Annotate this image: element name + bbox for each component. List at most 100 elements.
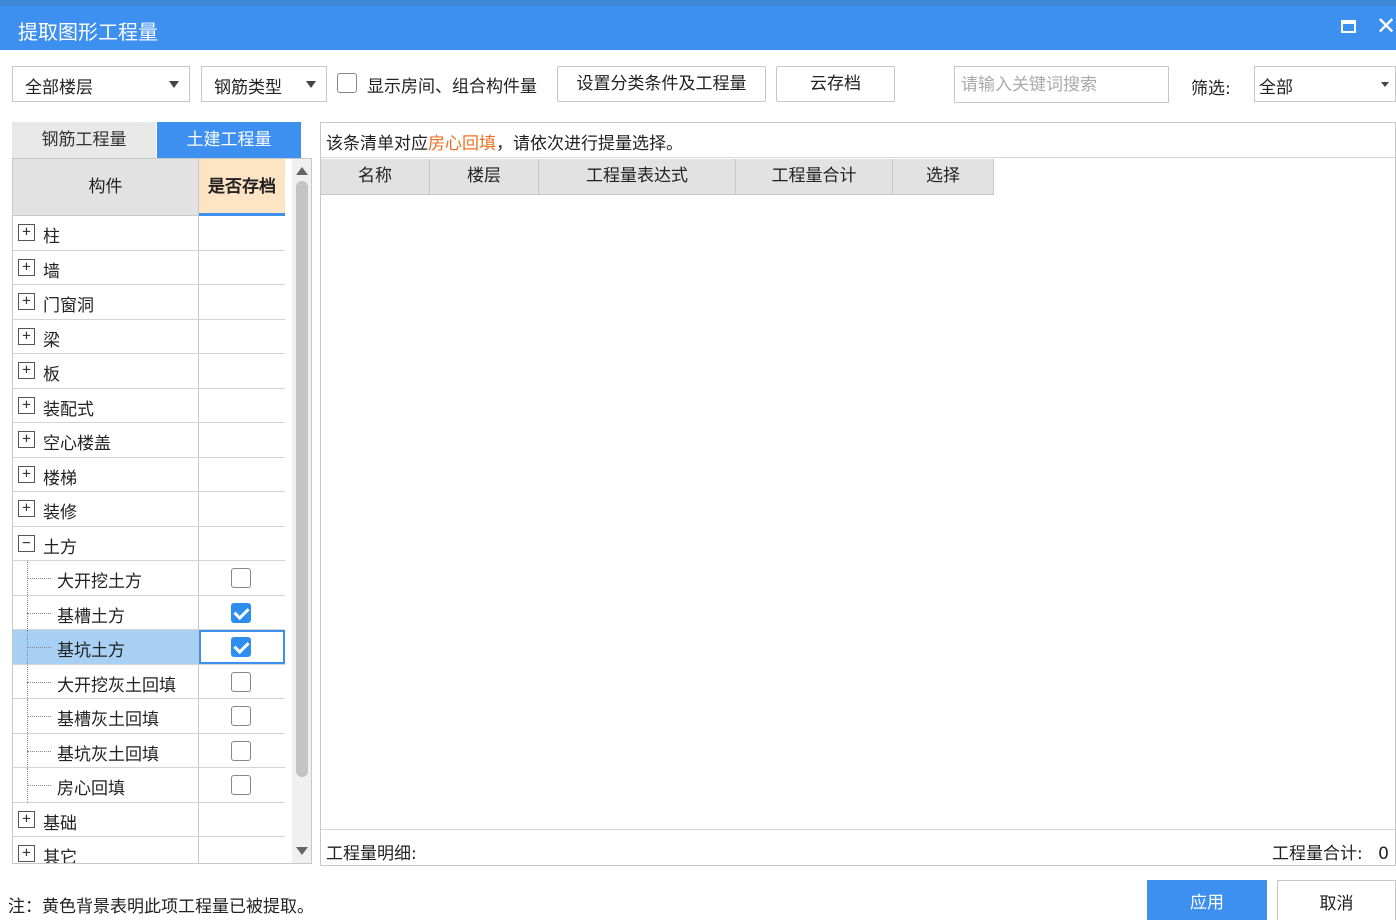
column-floor[interactable]: 楼层 [430,159,539,195]
tree-row-label: 大开挖灰土回填 [57,675,176,696]
scroll-up-icon[interactable] [296,167,308,175]
collapse-icon[interactable]: − [18,534,35,552]
tree-row-name[interactable]: + 墙 [13,250,199,284]
tree-row[interactable]: + 楼梯 [13,457,285,492]
expand-icon[interactable]: + [18,810,35,828]
total-value: 0 [1378,844,1389,864]
tree-row-name[interactable]: + 空心楼盖 [13,423,199,457]
cancel-button[interactable]: 取消 [1277,880,1396,920]
tree-header: 构件 是否存档 [13,159,285,216]
tree-row-name[interactable]: 大开挖土方 [13,561,199,595]
tree-row[interactable]: + 空心楼盖 [13,423,285,458]
tree-row-name[interactable]: + 梁 [13,319,199,353]
tree-row-name[interactable]: 基槽土方 [13,595,199,629]
tree-row[interactable]: 房心回填 [13,768,285,803]
tree-row-name[interactable]: + 基础 [13,802,199,836]
tree-row-name[interactable]: + 柱 [13,216,199,250]
title-bar: 提取图形工程量 ✕ [0,6,1396,50]
expand-icon[interactable]: + [18,431,35,448]
tree-connector [27,647,51,648]
expand-icon[interactable]: + [18,224,35,241]
tree-row[interactable]: 基槽土方 [13,595,285,630]
tree-row-name[interactable]: 基坑土方 [13,630,199,664]
tree-row[interactable]: 基坑灰土回填 [13,733,285,768]
set-conditions-button[interactable]: 设置分类条件及工程量 [557,66,766,102]
filter-dropdown[interactable]: 全部 [1254,66,1396,102]
archive-checkbox[interactable] [231,706,251,726]
tree-row-label: 基槽土方 [57,606,125,627]
tree-row-archive-cell [199,734,285,768]
tree-row-name[interactable]: 基坑灰土回填 [13,733,199,767]
tree-row[interactable]: + 装修 [13,492,285,527]
tree-row-name[interactable]: + 装修 [13,492,199,526]
tab-civil-quantity[interactable]: 土建工程量 [157,122,301,158]
checkbox-box[interactable] [337,73,357,93]
search-input[interactable] [954,66,1169,103]
column-select[interactable]: 选择 [893,159,994,195]
archive-checkbox[interactable] [231,740,251,761]
rebar-type-dropdown[interactable]: 钢筋类型 [201,66,327,102]
tree-row-label: 房心回填 [57,779,125,799]
tree-row-label: 基槽灰土回填 [57,710,159,730]
floor-dropdown[interactable]: 全部楼层 [12,66,190,102]
tree-row-name[interactable]: 基槽灰土回填 [13,699,199,733]
expand-icon[interactable]: + [18,293,35,310]
tree-row[interactable]: + 其它 [13,837,285,863]
tree-row-name[interactable]: + 其它 [13,837,199,863]
tree-row[interactable]: + 墙 [13,250,285,285]
tree-row-label: 板 [43,365,60,385]
tree-connector [27,578,51,579]
tree-body: + 柱 + 墙 + 门窗洞 + 梁 + 板 + 装配式 + 空心楼盖 + 楼梯 + 装修 − 土方 大开挖土方 基槽土方基… [13,216,285,863]
tab-rebar-quantity[interactable]: 钢筋工程量 [12,122,156,158]
archive-checkbox[interactable] [231,568,251,588]
tree-row[interactable]: + 柱 [13,216,285,251]
expand-icon[interactable]: + [18,500,35,517]
tree-row[interactable]: + 梁 [13,319,285,354]
expand-icon[interactable]: + [18,396,35,414]
tree-row-name[interactable]: + 门窗洞 [13,285,199,319]
expand-icon[interactable]: + [18,327,35,345]
scroll-thumb[interactable] [296,181,308,777]
tree-row[interactable]: 基槽灰土回填 [13,699,285,734]
tree-row[interactable]: + 装配式 [13,388,285,423]
column-total[interactable]: 工程量合计 [736,159,893,195]
tree-row[interactable]: 大开挖土方 [13,561,285,596]
tree-row-name[interactable]: 大开挖灰土回填 [13,664,199,698]
tree-scrollbar[interactable] [292,159,311,863]
cloud-save-button[interactable]: 云存档 [776,66,895,102]
tree-row[interactable]: − 土方 [13,526,285,561]
archive-checkbox[interactable] [231,637,251,657]
tree-row-label: 装配式 [43,399,94,420]
archive-checkbox[interactable] [231,602,251,623]
note-prefix: 该条清单对应 [326,134,428,154]
tree-row-archive-cell [199,492,285,526]
tree-row-archive-cell [199,423,285,457]
archive-checkbox[interactable] [231,671,251,692]
close-icon[interactable]: ✕ [1376,12,1396,40]
tree-connector [27,716,51,717]
expand-icon[interactable]: + [18,845,35,862]
tree-row[interactable]: 大开挖灰土回填 [13,664,285,699]
tree-row-name[interactable]: + 板 [13,354,199,388]
header-component[interactable]: 构件 [13,159,199,216]
column-name[interactable]: 名称 [321,159,430,195]
header-archive[interactable]: 是否存档 [199,159,285,216]
tree-row[interactable]: + 板 [13,354,285,389]
expand-icon[interactable]: + [18,362,35,379]
tree-row[interactable]: + 基础 [13,802,285,837]
tree-row[interactable]: 基坑土方 [13,630,285,665]
scroll-down-icon[interactable] [296,847,308,855]
apply-button[interactable]: 应用 [1147,880,1267,920]
tree-row-label: 基坑灰土回填 [57,744,159,765]
maximize-icon[interactable] [1341,20,1356,33]
expand-icon[interactable]: + [18,465,35,483]
tree-row-name[interactable]: + 楼梯 [13,457,199,491]
column-expression[interactable]: 工程量表达式 [539,159,736,195]
tree-row-name[interactable]: 房心回填 [13,768,199,802]
chevron-down-icon [169,81,179,88]
tree-row[interactable]: + 门窗洞 [13,285,285,320]
tree-row-name[interactable]: − 土方 [13,526,199,560]
expand-icon[interactable]: + [18,258,35,276]
archive-checkbox[interactable] [231,775,251,795]
tree-row-name[interactable]: + 装配式 [13,388,199,422]
